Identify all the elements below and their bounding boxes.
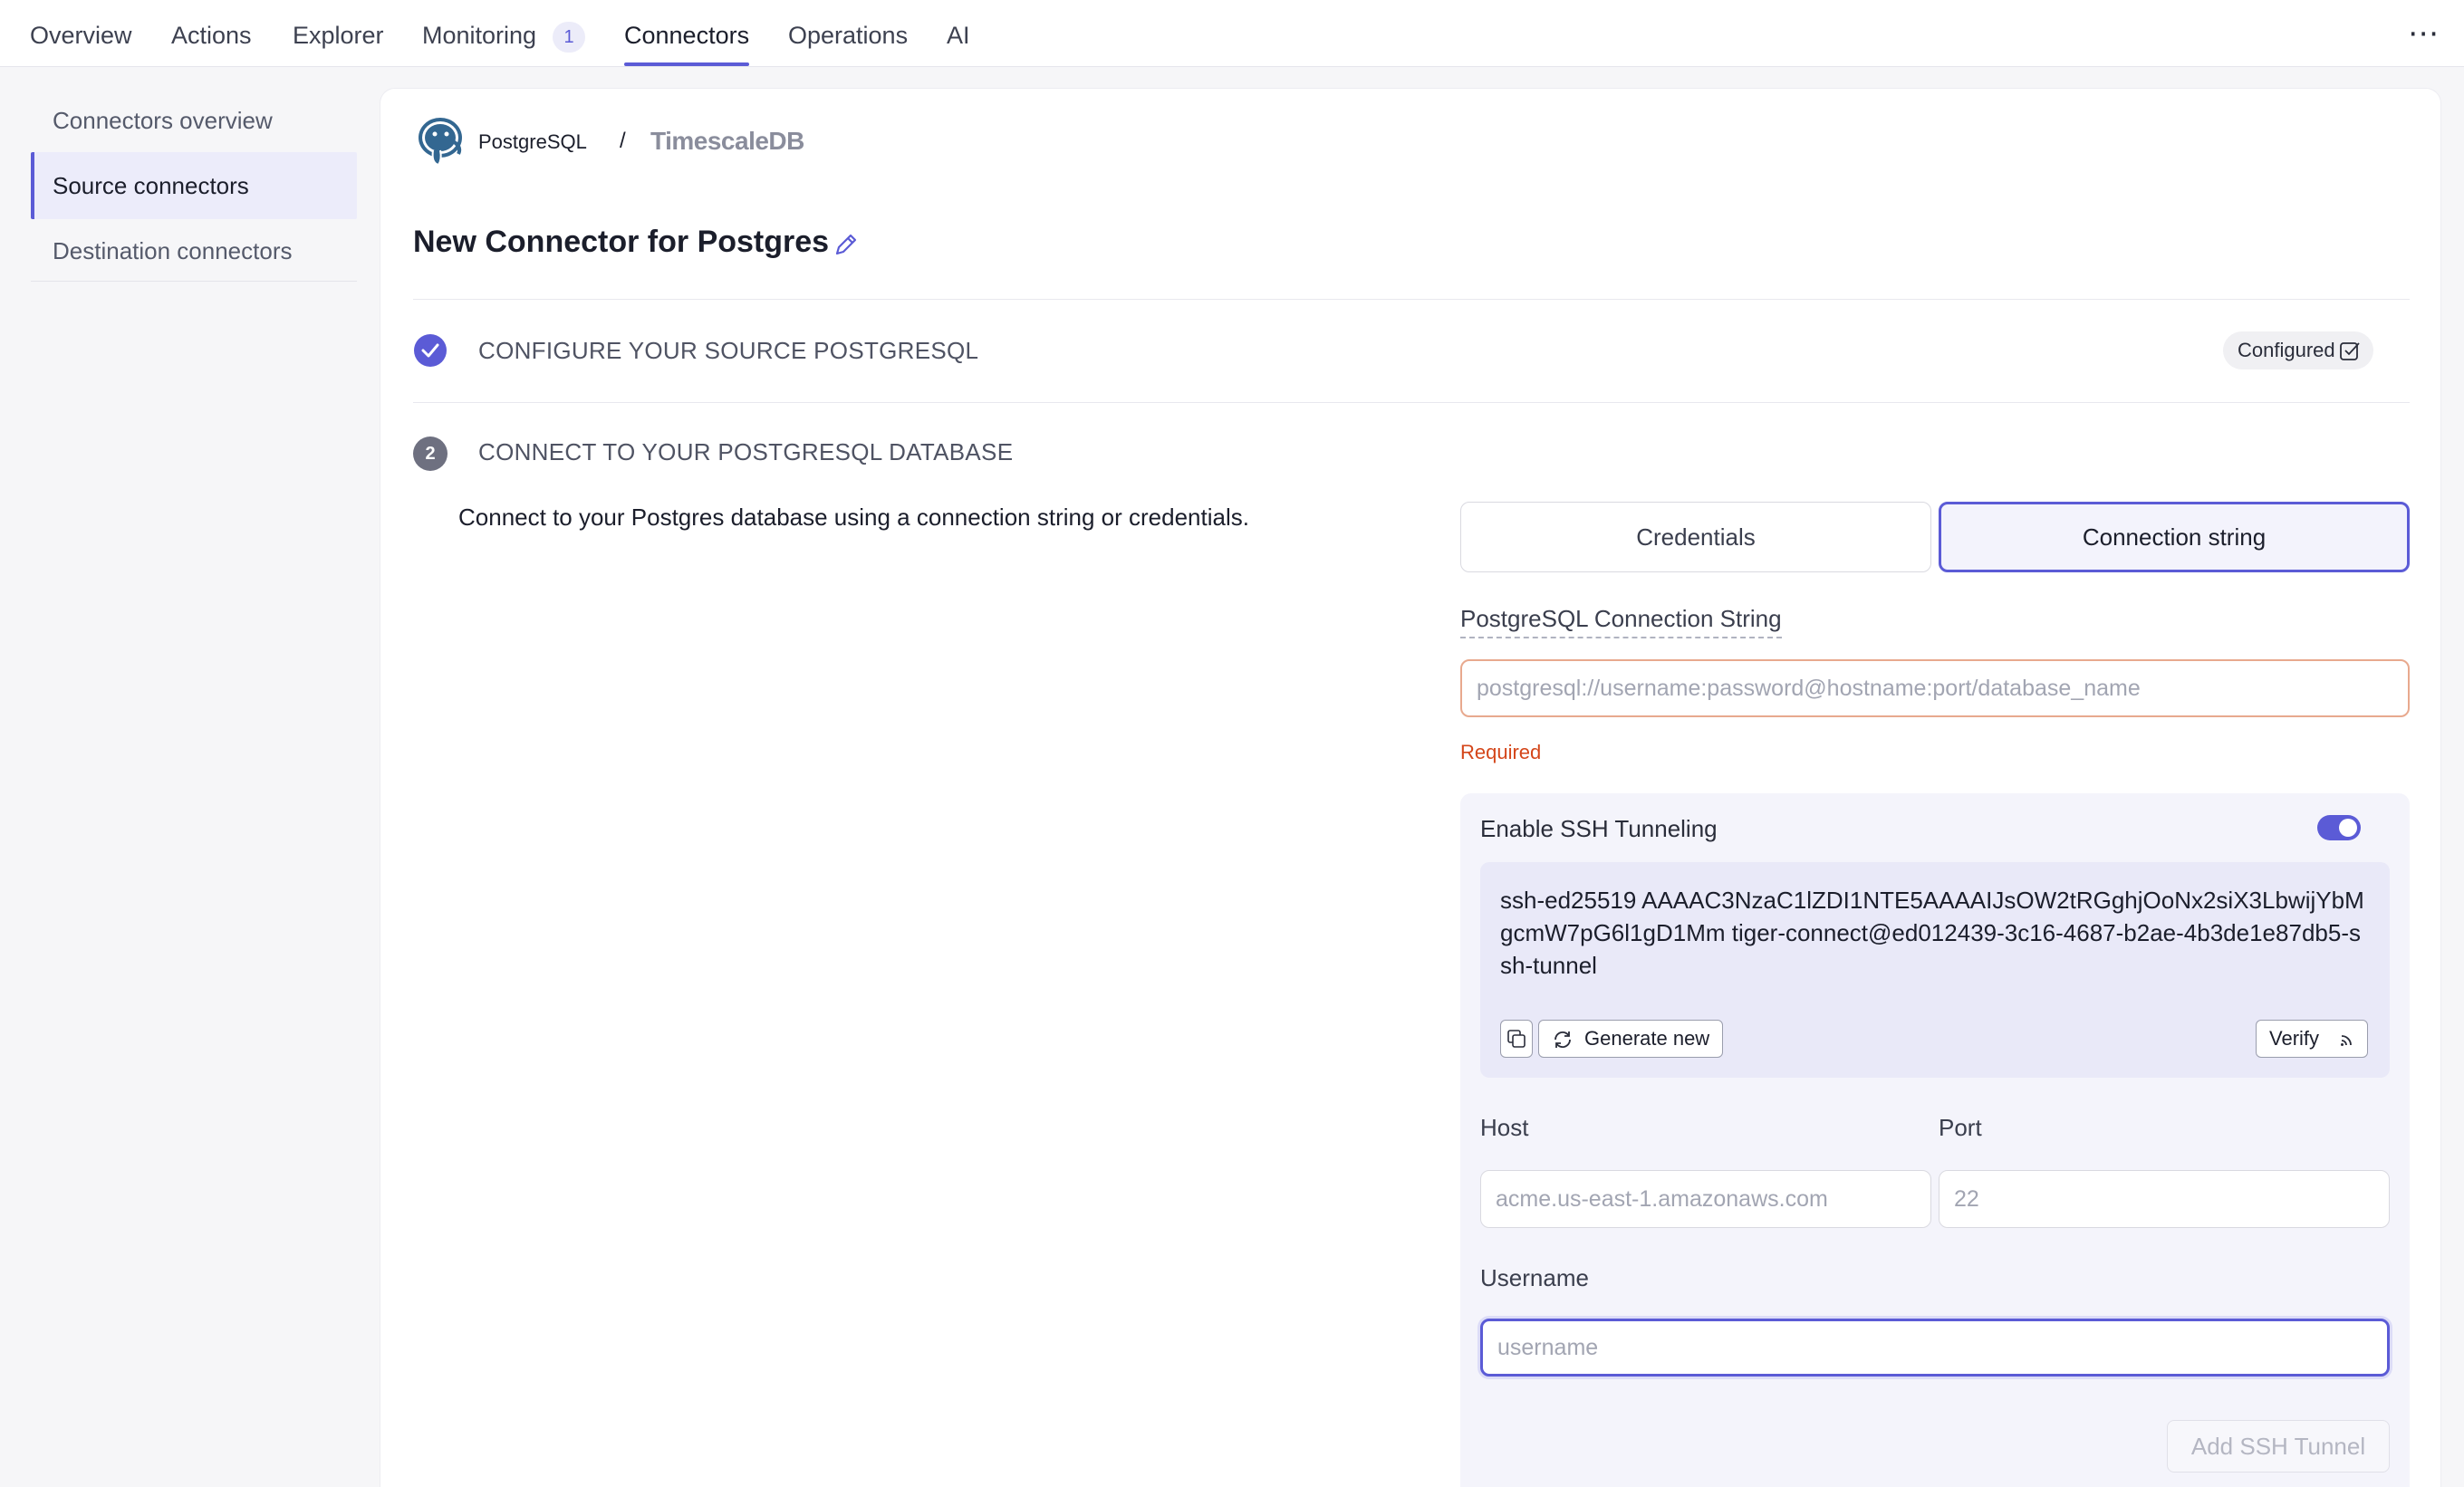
divider (413, 402, 2410, 403)
step-complete-check-icon (414, 334, 447, 367)
more-options-icon[interactable]: ⋯ (2408, 18, 2440, 49)
top-navigation: Overview Actions Explorer Monitoring 1 C… (0, 0, 2464, 67)
connection-string-input[interactable] (1460, 659, 2410, 717)
sidebar-divider (31, 281, 357, 282)
monitoring-count-badge: 1 (553, 22, 585, 53)
add-ssh-tunnel-button[interactable]: Add SSH Tunnel (2167, 1420, 2390, 1473)
checkbox-checked-icon (2340, 342, 2360, 360)
connection-string-tab-button[interactable]: Connection string (1939, 502, 2410, 572)
sidebar-item-source-connectors[interactable]: Source connectors (31, 152, 357, 219)
breadcrumb-postgresql[interactable]: PostgreSQL (478, 130, 587, 154)
active-tab-indicator (624, 62, 749, 66)
ssh-public-key-text: ssh-ed25519 AAAAC3NzaC1lZDI1NTE5AAAAIJsO… (1500, 887, 2364, 979)
port-label: Port (1939, 1114, 1982, 1141)
postgresql-logo-icon (419, 118, 462, 167)
copy-icon (1507, 1030, 1526, 1048)
credentials-tab-button[interactable]: Credentials (1460, 502, 1931, 572)
verify-label: Verify (2269, 1027, 2320, 1050)
configured-status-label: Configured (2238, 339, 2335, 361)
tab-monitoring[interactable]: Monitoring (422, 22, 536, 50)
tab-actions[interactable]: Actions (171, 22, 252, 50)
configured-status-badge: Configured (2223, 331, 2373, 369)
timescaledb-logo: TimescaleDB (650, 127, 804, 155)
step-1-title[interactable]: CONFIGURE YOUR SOURCE POSTGRESQL (478, 337, 978, 365)
username-label: Username (1480, 1264, 1589, 1291)
copy-key-button[interactable] (1500, 1020, 1533, 1058)
generate-new-label: Generate new (1584, 1027, 1710, 1050)
tab-connectors[interactable]: Connectors (624, 22, 749, 50)
breadcrumb-separator: / (620, 129, 626, 153)
host-input[interactable] (1480, 1170, 1931, 1228)
sidebar-item-destination-connectors[interactable]: Destination connectors (31, 217, 357, 284)
step-2-number: 2 (413, 437, 448, 471)
rss-signal-icon (2341, 1035, 2352, 1046)
edit-pencil-icon[interactable] (832, 230, 861, 259)
main-panel: PostgreSQL / TimescaleDB New Connector f… (380, 89, 2440, 1487)
ssh-public-key-box: ssh-ed25519 AAAAC3NzaC1lZDI1NTE5AAAAIJsO… (1480, 862, 2390, 1078)
ssh-tunneling-label: Enable SSH Tunneling (1480, 815, 1718, 842)
connection-string-label: PostgreSQL Connection String (1460, 605, 1782, 638)
tab-explorer[interactable]: Explorer (293, 22, 384, 50)
verify-button[interactable]: Verify (2256, 1020, 2368, 1058)
required-error-message: Required (1460, 741, 1542, 763)
ssh-tunnel-section: Enable SSH Tunneling ssh-ed25519 AAAAC3N… (1460, 793, 2410, 1487)
step-2-title: CONNECT TO YOUR POSTGRESQL DATABASE (478, 438, 1014, 465)
tab-operations[interactable]: Operations (788, 22, 908, 50)
port-input[interactable] (1939, 1170, 2390, 1228)
tab-ai[interactable]: AI (947, 22, 970, 50)
username-input[interactable] (1480, 1319, 2390, 1377)
tab-overview[interactable]: Overview (30, 22, 132, 50)
refresh-icon (1554, 1031, 1571, 1049)
divider (413, 299, 2410, 300)
connect-description: Connect to your Postgres database using … (458, 504, 1249, 531)
sidebar-item-connectors-overview[interactable]: Connectors overview (31, 87, 357, 154)
ssh-tunneling-toggle[interactable] (2317, 815, 2361, 840)
generate-new-key-button[interactable]: Generate new (1538, 1020, 1723, 1058)
page-title: New Connector for Postgres (413, 225, 830, 259)
host-label: Host (1480, 1114, 1529, 1141)
